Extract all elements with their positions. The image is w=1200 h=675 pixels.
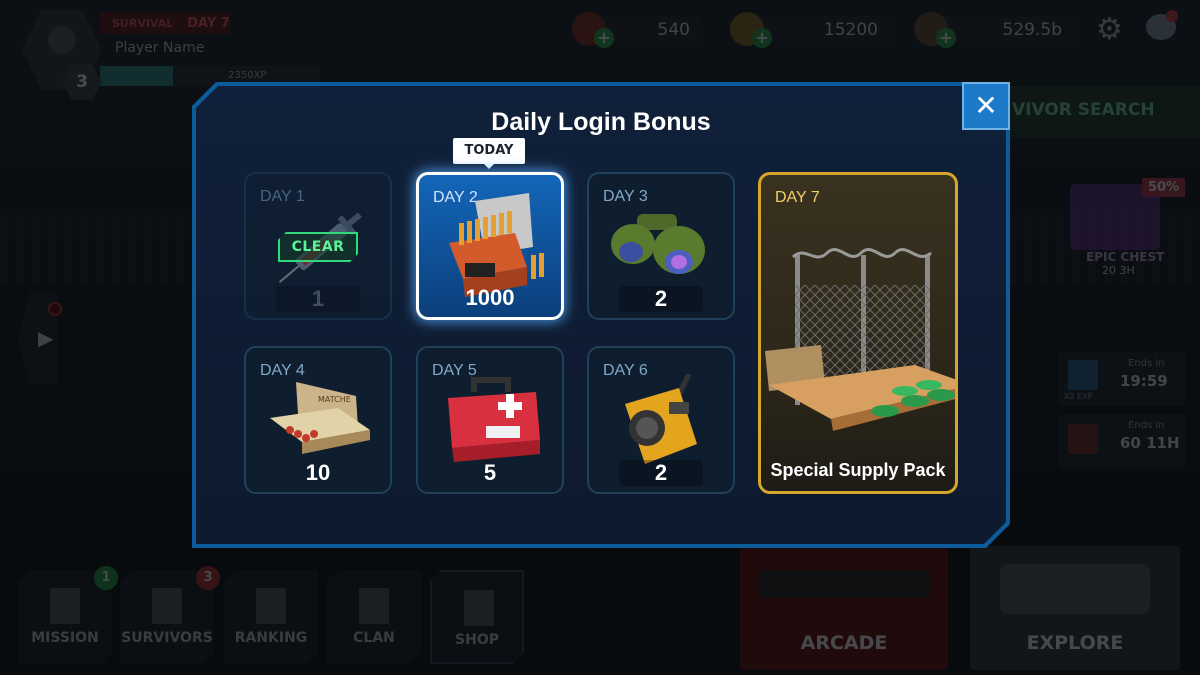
svg-text:MATCHE: MATCHE bbox=[318, 395, 351, 404]
day-label: DAY 3 bbox=[603, 188, 648, 205]
first-aid-kit-icon bbox=[448, 377, 540, 462]
day-7-tile[interactable]: DAY 7 Special Supply Pack bbox=[758, 172, 958, 494]
reward-count: 10 bbox=[305, 460, 331, 485]
matchbox-icon: MATCHE bbox=[270, 382, 370, 454]
day-3-tile[interactable]: DAY 3 2 bbox=[587, 172, 735, 320]
day-4-tile[interactable]: DAY 4 MATCHE 10 bbox=[244, 346, 392, 494]
today-flag: TODAY bbox=[453, 138, 525, 169]
reward-count: 1000 bbox=[465, 285, 515, 310]
clear-badge: CLEAR bbox=[278, 232, 358, 262]
binoculars-icon bbox=[611, 214, 705, 274]
walkie-talkie-icon bbox=[625, 374, 697, 464]
day-2-tile[interactable]: DAY 2 1000 bbox=[416, 172, 564, 320]
day-5-tile[interactable]: DAY 5 5 bbox=[416, 346, 564, 494]
close-button[interactable]: ✕ bbox=[962, 82, 1010, 130]
reward-name: Special Supply Pack bbox=[770, 460, 946, 480]
reward-count: 2 bbox=[654, 286, 668, 311]
supply-pack-icon bbox=[765, 248, 955, 431]
reward-count: 2 bbox=[654, 460, 668, 485]
day-6-tile[interactable]: DAY 6 2 bbox=[587, 346, 735, 494]
reward-count: 5 bbox=[483, 460, 497, 485]
close-icon: ✕ bbox=[974, 89, 998, 122]
day-label: DAY 7 bbox=[775, 189, 820, 206]
ammo-box-icon bbox=[449, 193, 544, 297]
reward-count: 1 bbox=[311, 286, 325, 311]
modal-title: Daily Login Bonus bbox=[491, 108, 711, 136]
